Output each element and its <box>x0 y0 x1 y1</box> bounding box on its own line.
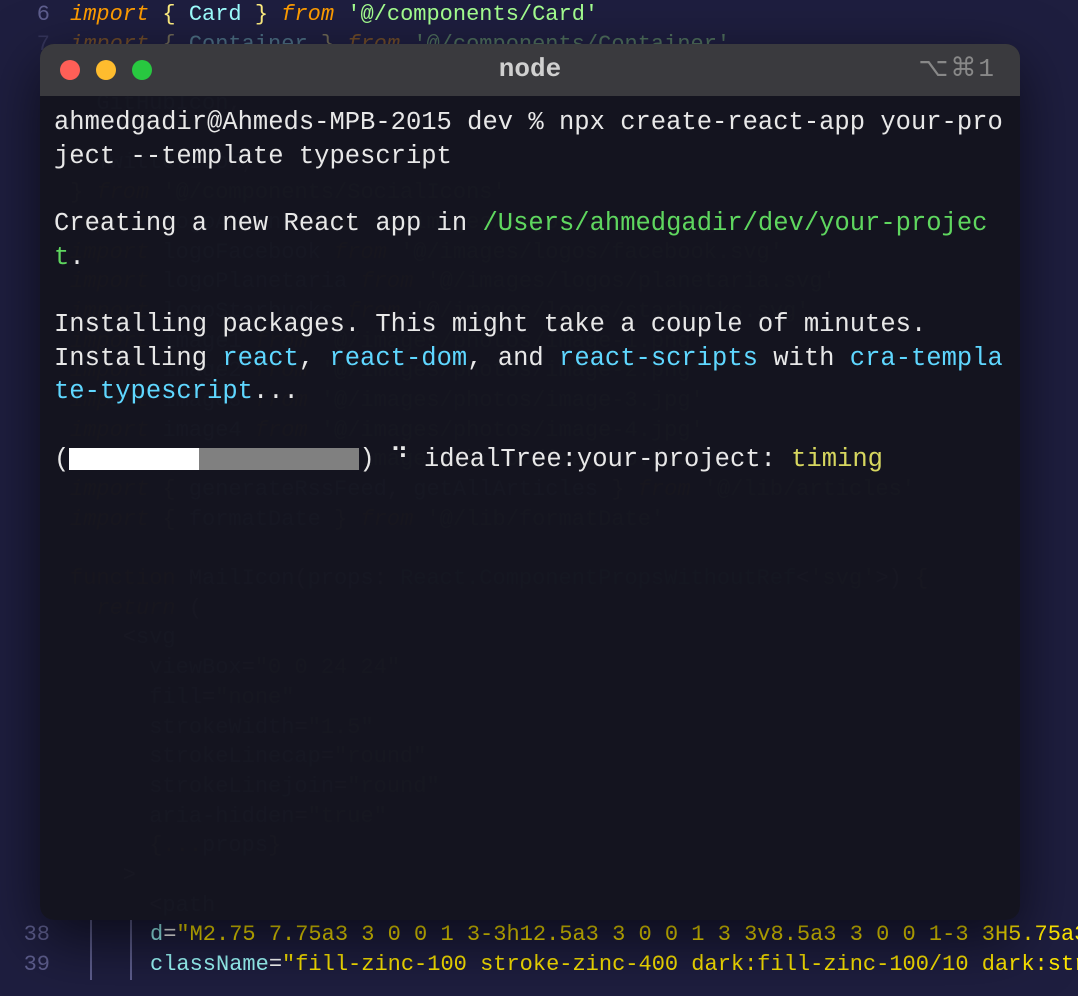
terminal-title: node <box>499 52 561 87</box>
close-button[interactable] <box>60 60 80 80</box>
terminal-progress-line: () ⠙ idealTree:your-project: timing <box>54 443 1006 477</box>
terminal-shortcut: ⌥⌘1 <box>918 52 996 87</box>
terminal-blank <box>54 173 1006 207</box>
line-number: 38 <box>0 920 70 950</box>
editor-line[interactable]: 39 className="fill-zinc-100 stroke-zinc-4… <box>0 950 1078 980</box>
code-text[interactable]: className="fill-zinc-100 stroke-zinc-400… <box>150 950 1078 980</box>
progress-bar-empty <box>199 448 359 470</box>
terminal-blank <box>54 274 1006 308</box>
terminal-blank <box>54 409 1006 443</box>
terminal-prompt-line: ahmedgadir@Ahmeds-MPB-2015 dev % npx cre… <box>54 106 1006 173</box>
line-number: 6 <box>0 0 70 30</box>
terminal-install-pkgs: Installing react, react-dom, and react-s… <box>54 342 1006 409</box>
indent-guide <box>90 950 92 980</box>
editor-line[interactable]: 6import { Card } from '@/components/Card… <box>0 0 1078 30</box>
line-number: 39 <box>0 950 70 980</box>
terminal-install-msg: Installing packages. This might take a c… <box>54 308 1006 342</box>
terminal-window[interactable]: node ⌥⌘1 ahmedgadir@Ahmeds-MPB-2015 dev … <box>40 44 1020 920</box>
traffic-lights <box>60 60 152 80</box>
terminal-body[interactable]: ahmedgadir@Ahmeds-MPB-2015 dev % npx cre… <box>40 96 1020 486</box>
code-text[interactable]: import { Card } from '@/components/Card' <box>70 0 598 30</box>
progress-bar-filled <box>69 448 199 470</box>
indent-guide <box>130 920 132 950</box>
editor-line[interactable]: 38 d="M2.75 7.75a3 3 0 0 1 3-3h12.5a3 3 0… <box>0 920 1078 950</box>
indent-guide <box>90 920 92 950</box>
zoom-button[interactable] <box>132 60 152 80</box>
progress-status: timing <box>791 445 883 474</box>
code-text[interactable]: d="M2.75 7.75a3 3 0 0 1 3-3h12.5a3 3 0 0… <box>150 920 1078 950</box>
minimize-button[interactable] <box>96 60 116 80</box>
terminal-creating-line: Creating a new React app in /Users/ahmed… <box>54 207 1006 274</box>
indent-guide <box>130 950 132 980</box>
terminal-titlebar[interactable]: node ⌥⌘1 <box>40 44 1020 96</box>
